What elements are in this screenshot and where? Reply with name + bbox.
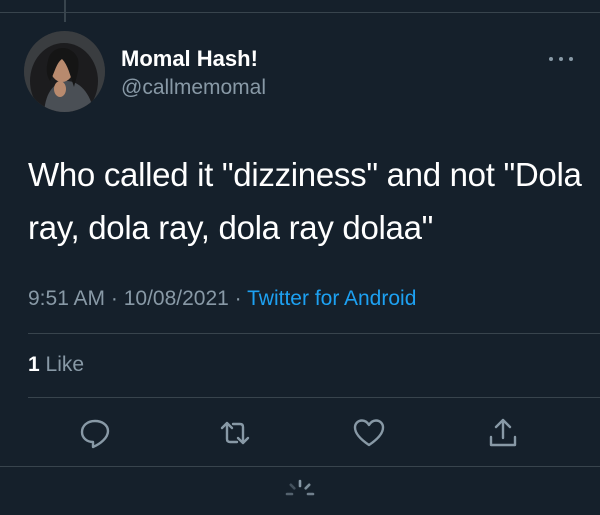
tweet-date[interactable]: 10/08/2021	[124, 287, 229, 310]
retweet-icon	[220, 421, 250, 445]
tweet-meta: 9:51 AM · 10/08/2021 · Twitter for Andro…	[28, 287, 416, 311]
meta-separator: ·	[228, 287, 248, 310]
thread-connector-line	[64, 0, 66, 22]
likes-count: 1	[28, 353, 40, 376]
more-horizontal-icon	[549, 57, 573, 61]
tweet-text: Who called it "dizziness" and not "Dola …	[28, 156, 582, 246]
share-button[interactable]	[486, 416, 520, 450]
heart-icon	[353, 419, 385, 447]
bottom-divider	[0, 466, 600, 467]
tweet-time[interactable]: 9:51 AM	[28, 287, 105, 310]
tweet-source-link[interactable]: Twitter for Android	[247, 287, 416, 310]
likes-summary[interactable]: 1 Like	[28, 353, 84, 377]
likes-label: Like	[39, 353, 85, 376]
reply-button[interactable]	[78, 416, 112, 450]
loading-spinner-icon	[285, 479, 315, 496]
top-divider	[0, 12, 600, 13]
share-icon	[489, 418, 517, 447]
loading-spinner	[284, 478, 316, 510]
author-display-name[interactable]: Momal Hash!	[121, 46, 258, 72]
retweet-button[interactable]	[218, 416, 252, 450]
meta-separator: ·	[105, 287, 124, 310]
divider	[28, 397, 600, 398]
like-button[interactable]	[352, 416, 386, 450]
avatar[interactable]	[24, 31, 105, 112]
author-handle[interactable]: @callmemomal	[121, 76, 266, 100]
reply-icon	[80, 419, 110, 449]
divider	[28, 333, 600, 334]
more-options-button[interactable]	[546, 49, 576, 69]
